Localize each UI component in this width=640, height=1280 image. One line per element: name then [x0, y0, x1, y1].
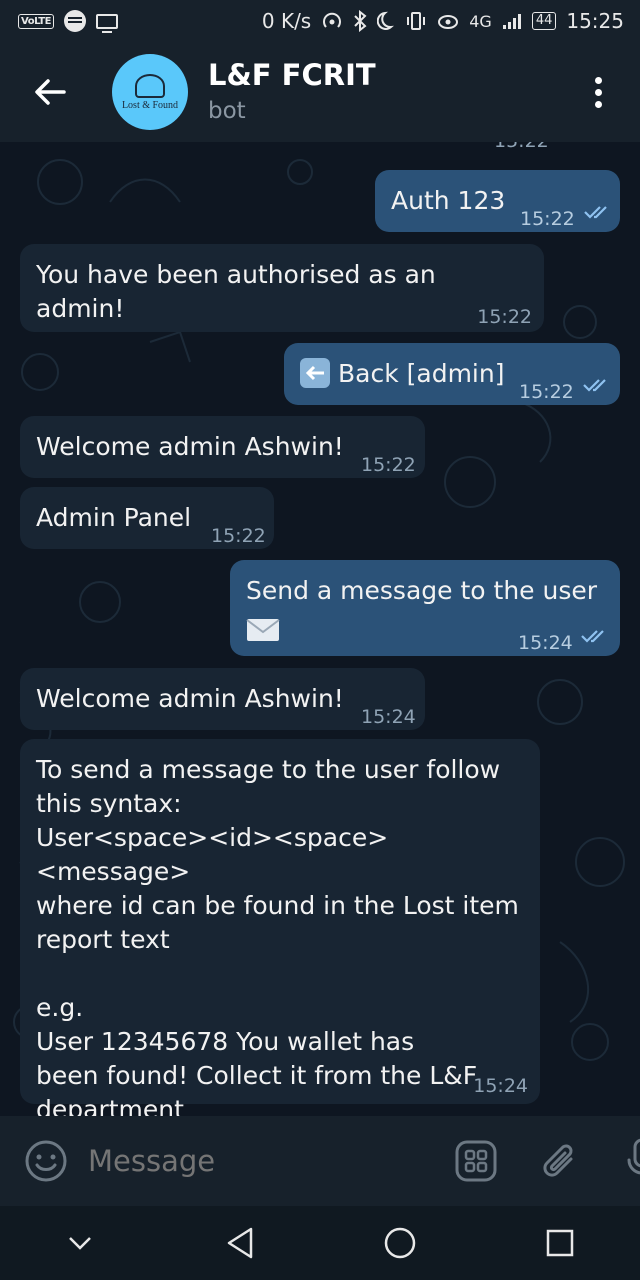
message-line: department	[36, 1095, 184, 1116]
message-bubble-outgoing[interactable]: Send a message to the user 15:24	[230, 560, 620, 656]
nav-recents-button[interactable]	[520, 1213, 600, 1273]
chat-title: L&F FCRIT	[208, 58, 376, 92]
bot-keyboard-icon	[455, 1140, 497, 1182]
status-right: 0 K/s 4G 44 15:25	[262, 9, 624, 33]
message-text: Admin Panel	[36, 503, 192, 532]
message-line: e.g.	[36, 993, 84, 1022]
network-type: 4G	[469, 11, 492, 31]
lost-found-logo	[135, 73, 165, 98]
message-time-partial: 15:22	[494, 142, 549, 152]
eye-icon	[438, 15, 459, 29]
message-text: Send a message to the user	[246, 576, 598, 605]
message-bubble-outgoing[interactable]: Auth 123 15:22	[375, 170, 620, 232]
message-time: 15:22	[519, 381, 574, 403]
message-bubble-incoming[interactable]: Admin Panel 15:22	[20, 487, 274, 549]
circle-home-icon	[384, 1227, 416, 1259]
spotify-icon	[63, 10, 86, 32]
avatar-text: Lost & Found	[121, 99, 179, 111]
envelope-emoji-icon	[246, 619, 280, 641]
bluetooth-icon	[354, 10, 367, 32]
signal-icon	[502, 14, 521, 29]
voice-button[interactable]	[625, 1138, 640, 1184]
square-recents-icon	[546, 1229, 574, 1257]
message-list[interactable]: 15:22 Auth 123 15:22 You have been autho…	[0, 142, 640, 1116]
avatar[interactable]: Lost & Found	[112, 54, 188, 130]
message-text: Welcome admin Ashwin!	[36, 684, 344, 713]
back-button[interactable]	[20, 62, 80, 122]
message-bubble-incoming[interactable]: To send a message to the user follow thi…	[20, 739, 540, 1116]
message-line	[36, 957, 524, 991]
message-line: been found! Collect it from the L&F	[36, 1061, 478, 1090]
message-bubble-outgoing[interactable]: Back [admin] 15:22	[284, 343, 620, 405]
message-text: Welcome admin Ashwin!	[36, 432, 344, 461]
hotspot-icon	[323, 12, 342, 28]
message-bubble-incoming[interactable]: Welcome admin Ashwin! 15:24	[20, 668, 425, 730]
clock: 15:25	[566, 9, 624, 33]
battery-icon: 44	[531, 12, 557, 30]
nav-home-button[interactable]	[360, 1213, 440, 1273]
message-time: 15:22	[520, 208, 575, 230]
message-time: 15:24	[361, 706, 416, 728]
paperclip-icon	[543, 1144, 573, 1177]
nav-back-button[interactable]	[200, 1213, 280, 1273]
message-time: 15:22	[211, 525, 266, 547]
double-check-icon	[584, 206, 607, 219]
message-bubble-incoming[interactable]: You have been authorised as an admin! 15…	[20, 244, 544, 332]
status-left: VoLTE	[18, 10, 118, 33]
chat-subtitle: bot	[208, 98, 246, 124]
attach-button[interactable]	[541, 1139, 581, 1183]
moon-icon	[377, 11, 395, 30]
message-line: User 12345678 You wallet has	[36, 1027, 415, 1056]
microphone-icon	[627, 1138, 640, 1175]
more-vert-icon[interactable]	[578, 62, 618, 122]
nav-collapse-button[interactable]	[40, 1213, 120, 1273]
chevron-down-icon	[69, 1237, 91, 1250]
system-navigation-bar	[0, 1206, 640, 1280]
status-bar: VoLTE 0 K/s 4G 44 15:25	[0, 0, 640, 42]
volte-icon: VoLTE	[18, 13, 54, 29]
bot-keyboard-button[interactable]	[455, 1140, 497, 1182]
arrow-left-icon	[35, 79, 66, 105]
chat-header: Lost & Found L&F FCRIT bot	[0, 42, 640, 142]
message-line: To send a message to the user follow	[36, 755, 501, 784]
message-bubble-incoming[interactable]: Welcome admin Ashwin! 15:22	[20, 416, 425, 478]
message-time: 15:24	[518, 632, 573, 654]
message-text: Auth 123	[391, 186, 506, 215]
message-time: 15:22	[477, 306, 532, 328]
double-check-icon	[583, 379, 606, 392]
emoji-button[interactable]	[24, 1139, 68, 1183]
message-input[interactable]	[88, 1144, 455, 1178]
cast-icon	[95, 13, 118, 33]
triangle-back-icon	[227, 1227, 253, 1259]
message-line: this syntax:	[36, 789, 182, 818]
double-check-icon	[581, 630, 604, 643]
message-line: report text	[36, 925, 170, 954]
left-arrow-emoji-icon	[300, 358, 330, 388]
message-line: where id can be found in the Lost item	[36, 891, 519, 920]
message-line: User<space><id><space><message>	[36, 823, 389, 886]
message-composer	[0, 1116, 640, 1206]
message-text: Back [admin]	[338, 359, 505, 388]
chat-title-block[interactable]: L&F FCRIT bot	[208, 58, 578, 126]
message-time: 15:22	[361, 454, 416, 476]
message-time: 15:24	[473, 1075, 528, 1097]
vibrate-icon	[407, 12, 426, 30]
network-speed: 0 K/s	[261, 9, 312, 33]
message-text: You have been authorised as an admin!	[36, 260, 436, 323]
emoji-icon	[25, 1140, 67, 1182]
